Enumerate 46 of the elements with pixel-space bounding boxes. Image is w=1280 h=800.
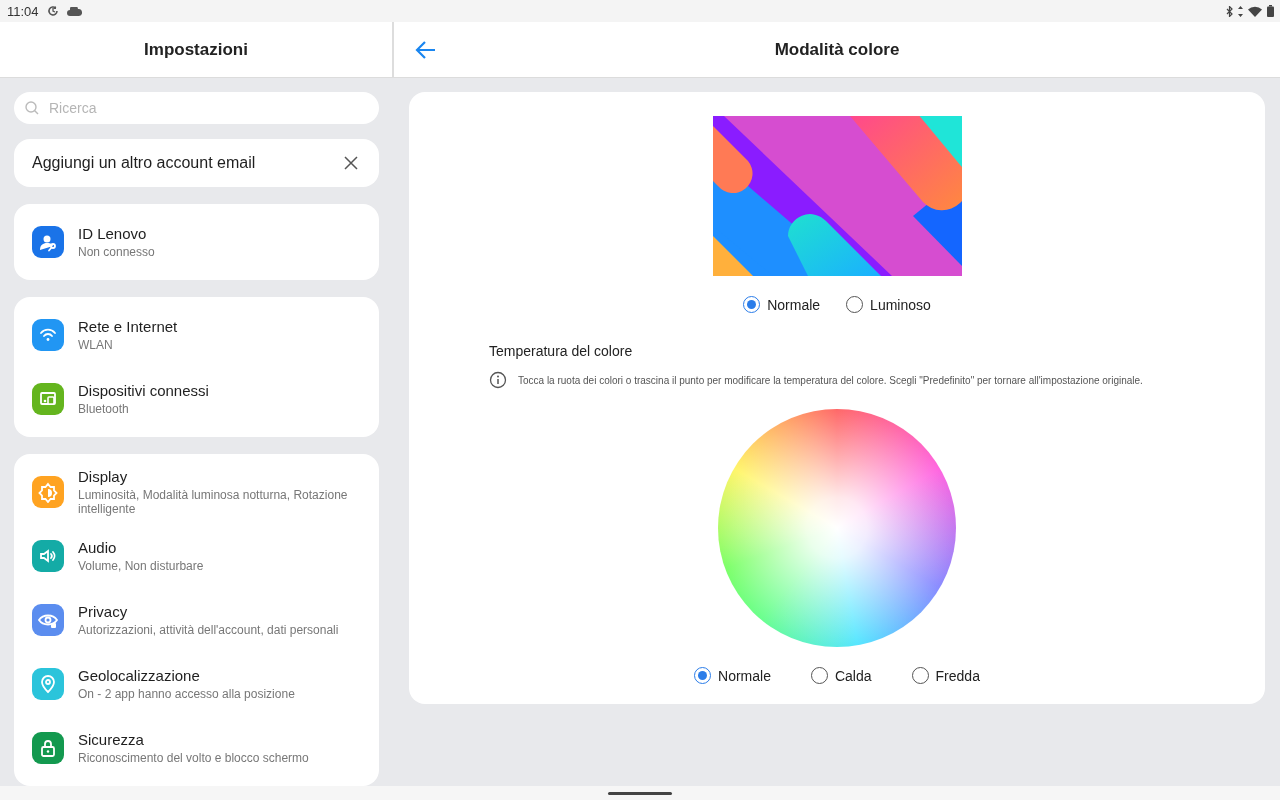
close-button[interactable]: [343, 155, 359, 171]
search-field[interactable]: Ricerca: [14, 92, 379, 124]
item-subtitle: Bluetooth: [78, 401, 130, 417]
item-title: Geolocalizzazione: [78, 666, 201, 684]
sync-icon: [46, 5, 59, 17]
navigation-handle[interactable]: [608, 791, 672, 795]
settings-item[interactable]: Privacy Autorizzazioni, attività dell'account, dati personali: [14, 588, 379, 652]
item-title: Sicurezza: [78, 730, 145, 748]
section-title: Temperatura del colore: [489, 343, 634, 359]
item-title: Audio: [78, 538, 118, 556]
item-title: Privacy: [78, 602, 129, 620]
item-title: Rete e Internet: [78, 317, 178, 335]
settings-item[interactable]: Rete e Internet WLAN: [14, 303, 379, 367]
bluetooth-icon: [1226, 5, 1233, 17]
radio-option[interactable]: Normale: [694, 667, 771, 684]
item-title: Display: [78, 467, 129, 485]
radio-option[interactable]: Normale: [743, 296, 821, 313]
settings-item[interactable]: Dispositivi connessi Bluetooth: [14, 367, 379, 431]
page-title: Modalità colore: [774, 39, 900, 60]
pane-title: Impostazioni: [144, 39, 248, 60]
cloud-icon: [66, 6, 82, 16]
item-subtitle: Non connesso: [78, 244, 155, 260]
settings-item[interactable]: Audio Volume, Non disturbare: [14, 524, 379, 588]
item-subtitle: Riconoscimento del volto e blocco schermo: [78, 750, 309, 766]
item-subtitle: Volume, Non disturbare: [78, 558, 204, 574]
settings-item[interactable]: Display Luminosità, Modalità luminosa notturna, Rotazione intelligente: [14, 460, 379, 524]
radio-option[interactable]: Luminoso: [846, 296, 931, 313]
battery-icon: [1267, 5, 1274, 17]
radio-option[interactable]: Fredda: [911, 667, 980, 684]
radio-option[interactable]: Calda: [810, 667, 872, 684]
item-subtitle: WLAN: [78, 337, 114, 353]
settings-item[interactable]: Geolocalizzazione On - 2 app hanno accesso alla posizione: [14, 652, 379, 716]
hint-text: Tocca la ruota dei colori o trascina il punto per modificare la temperatura del colore. Scegli "Predefinito" per tornare all'impostazione originale.: [518, 374, 1143, 386]
item-subtitle: On - 2 app hanno accesso alla posizione: [78, 686, 295, 702]
item-subtitle: Luminosità, Modalità luminosa notturna, Rotazione intelligente: [78, 487, 349, 517]
search-icon: [25, 101, 39, 115]
wifi-icon: [1248, 5, 1262, 17]
item-title: ID Lenovo: [78, 224, 148, 242]
settings-item[interactable]: ID Lenovo Non connesso: [14, 210, 379, 274]
suggestion-text[interactable]: Aggiungi un altro account email: [32, 154, 256, 172]
data-arrows-icon: [1238, 5, 1243, 17]
clock-time: 11:04: [7, 3, 39, 19]
settings-item[interactable]: Sicurezza Riconoscimento del volto e blocco schermo: [14, 716, 379, 780]
item-title: Dispositivi connessi: [78, 381, 209, 399]
item-subtitle: Autorizzazioni, attività dell'account, dati personali: [78, 622, 339, 638]
info-icon: [489, 371, 507, 389]
